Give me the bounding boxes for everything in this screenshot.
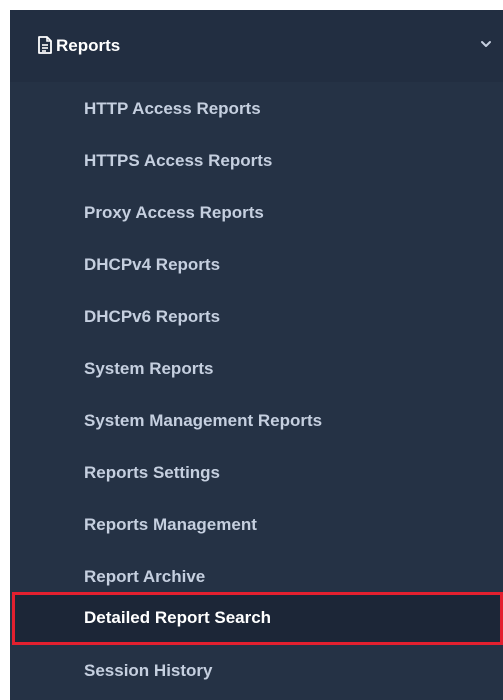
sidebar-nav: Reports HTTP Access Reports HTTPS Access… — [10, 10, 503, 700]
menu-item-system-management-reports[interactable]: System Management Reports — [10, 396, 503, 448]
menu-item-system-reports[interactable]: System Reports — [10, 344, 503, 396]
menu-item-label: HTTP Access Reports — [84, 99, 261, 118]
menu-item-label: DHCPv4 Reports — [84, 255, 221, 274]
menu-item-label: Session History — [84, 661, 213, 680]
menu-item-dhcpv6-reports[interactable]: DHCPv6 Reports — [10, 292, 503, 344]
menu-item-session-history[interactable]: Session History — [10, 646, 503, 698]
menu-item-proxy-access-reports[interactable]: Proxy Access Reports — [10, 188, 503, 240]
menu-item-http-access-reports[interactable]: HTTP Access Reports — [10, 84, 503, 136]
menu-item-label: System Management Reports — [84, 411, 323, 430]
menu-item-label: System Reports — [84, 359, 214, 378]
menu-item-reports-settings[interactable]: Reports Settings — [10, 448, 503, 500]
menu-item-label: Report Archive — [84, 567, 206, 586]
menu-item-label: HTTPS Access Reports — [84, 151, 273, 170]
menu-item-label: Proxy Access Reports — [84, 203, 264, 222]
menu-item-reports-management[interactable]: Reports Management — [10, 500, 503, 552]
menu-item-label: Detailed Report Search — [84, 608, 272, 627]
menu-item-label: DHCPv6 Reports — [84, 307, 221, 326]
document-icon — [38, 36, 52, 54]
reports-section-header[interactable]: Reports — [10, 10, 503, 82]
menu-item-dhcpv4-reports[interactable]: DHCPv4 Reports — [10, 240, 503, 292]
menu-item-detailed-report-search[interactable]: Detailed Report Search — [12, 592, 503, 645]
menu-item-label: Reports Management — [84, 515, 257, 534]
menu-item-label: Reports Settings — [84, 463, 221, 482]
menu-item-https-access-reports[interactable]: HTTPS Access Reports — [10, 136, 503, 188]
chevron-down-icon[interactable] — [480, 38, 492, 50]
section-title: Reports — [56, 36, 121, 55]
